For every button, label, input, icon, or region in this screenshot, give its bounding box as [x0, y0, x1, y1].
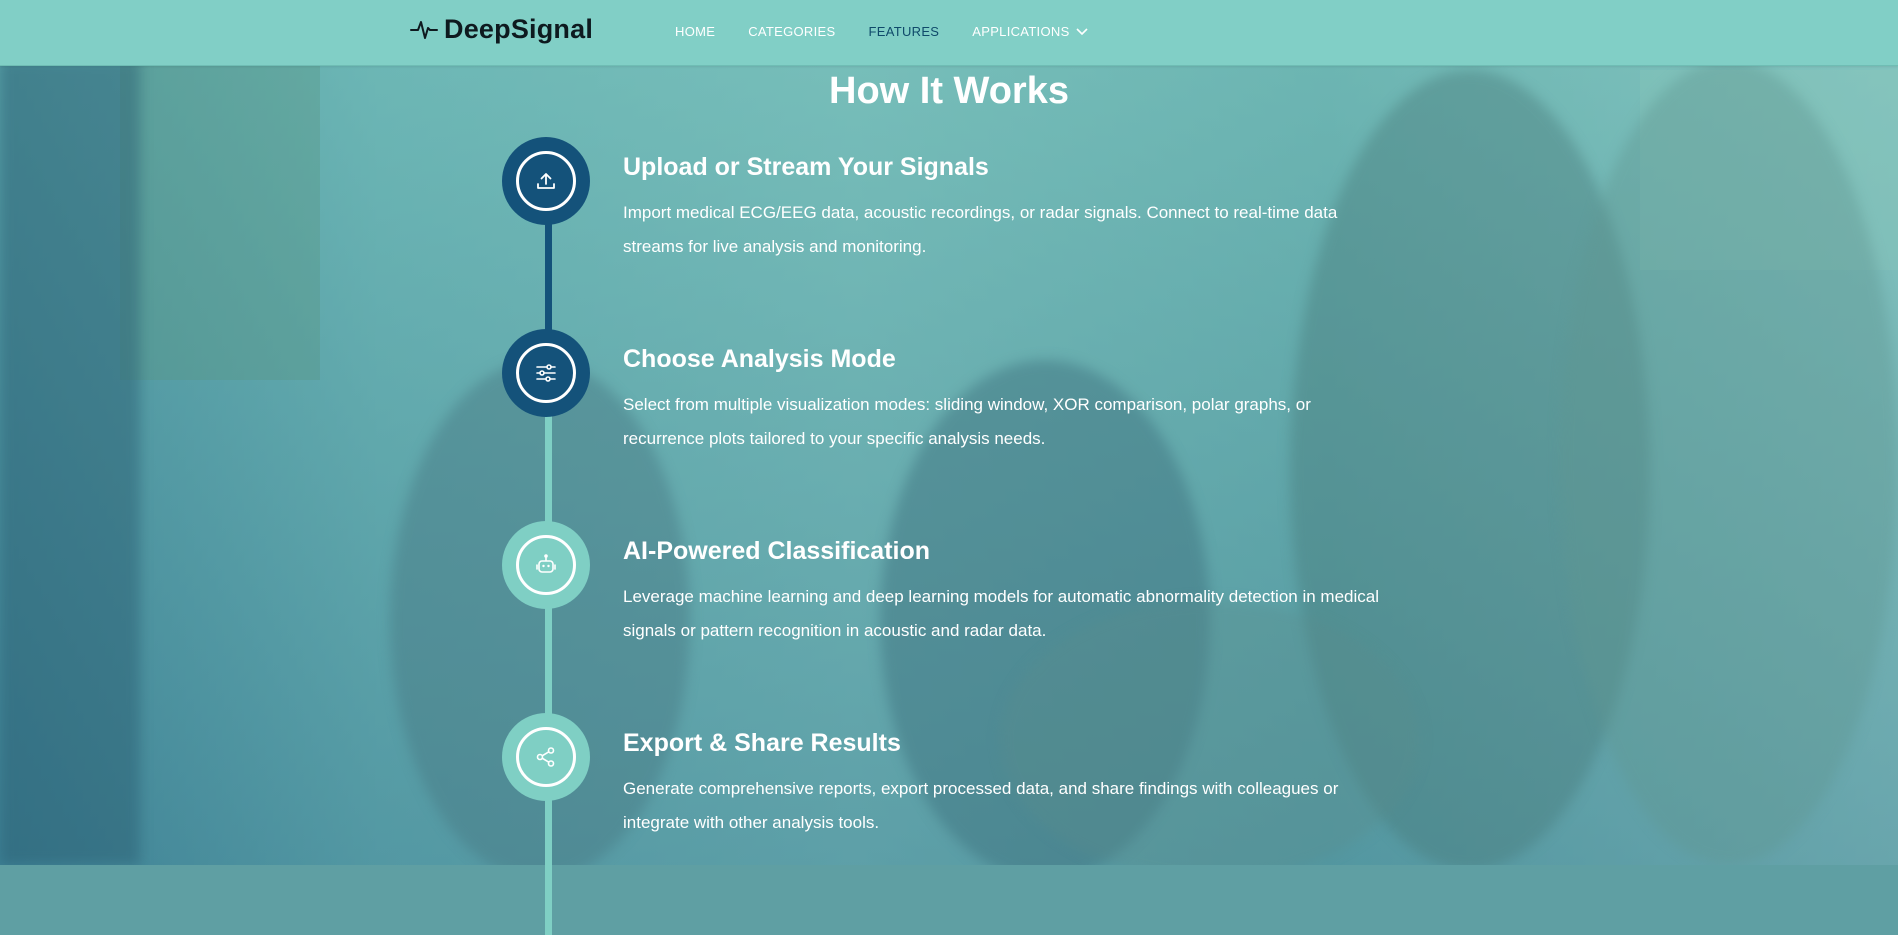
step-description: Import medical ECG/EEG data, acoustic re… — [623, 203, 1338, 256]
step-1: Upload or Stream Your Signals Import med… — [623, 153, 1383, 264]
timeline-connector — [545, 400, 552, 935]
brand-name: DeepSignal — [444, 14, 594, 44]
step-title: Upload or Stream Your Signals — [623, 153, 989, 181]
step-3-marker — [502, 521, 590, 609]
nav-applications[interactable]: APPLICATIONS — [972, 24, 1088, 39]
chevron-down-icon — [1075, 27, 1088, 35]
main-nav: HOME CATEGORIES FEATURES APPLICATIONS — [675, 24, 1088, 39]
timeline-connector — [545, 215, 552, 335]
sliders-icon — [536, 364, 556, 382]
nav-applications-label: APPLICATIONS — [972, 24, 1070, 39]
section-title: How It Works — [829, 70, 1069, 112]
share-icon — [536, 747, 555, 767]
step-4: Export & Share Results Generate comprehe… — [623, 729, 1383, 840]
step-2-marker — [502, 329, 590, 417]
step-1-marker — [502, 137, 590, 225]
step-3: AI-Powered Classification Leverage machi… — [623, 537, 1383, 648]
step-title: Choose Analysis Mode — [623, 345, 896, 373]
step-description: Select from multiple visualization modes… — [623, 395, 1311, 448]
step-title: AI-Powered Classification — [623, 537, 931, 565]
step-title: Export & Share Results — [623, 729, 901, 757]
top-navbar: DeepSignal HOME CATEGORIES FEATURES APPL… — [0, 0, 1898, 66]
step-description: Generate comprehensive reports, export p… — [623, 779, 1339, 832]
nav-features[interactable]: FEATURES — [868, 24, 939, 39]
upload-icon — [537, 173, 555, 189]
brand-logo[interactable]: DeepSignal — [410, 14, 593, 45]
step-description: Leverage machine learning and deep learn… — [623, 587, 1380, 640]
robot-icon — [536, 554, 556, 573]
nav-categories[interactable]: CATEGORIES — [748, 24, 835, 39]
nav-home[interactable]: HOME — [675, 24, 715, 39]
step-2: Choose Analysis Mode Select from multipl… — [623, 345, 1383, 456]
pulse-icon — [410, 20, 438, 39]
step-4-marker — [502, 713, 590, 801]
